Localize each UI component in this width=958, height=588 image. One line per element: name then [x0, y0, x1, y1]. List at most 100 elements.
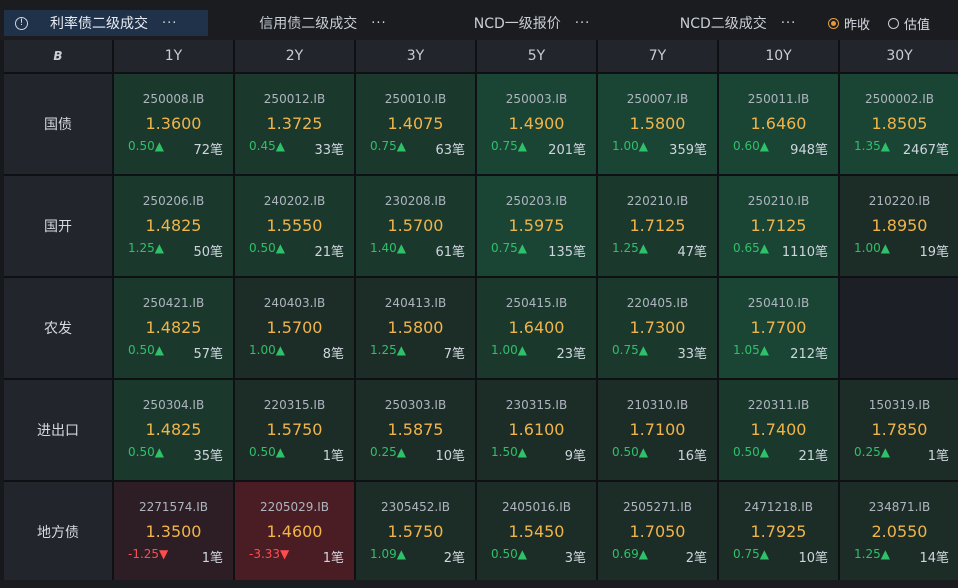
change-value: -1.25▼	[128, 547, 169, 561]
bond-code: 2205029.IB	[259, 500, 330, 514]
column-header[interactable]: 7Y	[598, 40, 717, 72]
quote-cell[interactable]: 250410.IB 1.7700 1.05▲ 212笔	[719, 278, 838, 378]
yield-value: 1.4825	[145, 318, 202, 337]
quote-cell[interactable]: 250007.IB 1.5800 1.00▲ 359笔	[598, 74, 717, 174]
quote-cell[interactable]: 234871.IB 2.0550 1.25▲ 14笔	[840, 482, 958, 582]
tab-menu-icon[interactable]: ···	[371, 16, 386, 31]
bond-code: 240413.IB	[384, 296, 447, 310]
change-value: 0.25▲	[854, 445, 890, 459]
tab-3[interactable]: NCD二级成交 ···	[650, 10, 826, 36]
quote-cell[interactable]: 240413.IB 1.5800 1.25▲ 7笔	[356, 278, 475, 378]
tab-menu-icon[interactable]: ···	[162, 16, 177, 31]
bond-code: 2500002.IB	[864, 92, 935, 106]
quote-cell[interactable]: 250010.IB 1.4075 0.75▲ 63笔	[356, 74, 475, 174]
yield-value: 1.3725	[266, 114, 323, 133]
trade-count: 1笔	[927, 449, 949, 464]
trade-count: 61笔	[435, 245, 465, 260]
column-header[interactable]: 30Y	[840, 40, 958, 72]
change-value: 0.75▲	[370, 139, 406, 153]
change-value: 0.65▲	[733, 241, 769, 255]
quote-cell[interactable]: 250304.IB 1.4825 0.50▲ 35笔	[114, 380, 233, 480]
trade-count: 1笔	[322, 551, 344, 566]
brand-logo-icon: B	[53, 49, 63, 63]
bond-code: 2471218.IB	[743, 500, 814, 514]
radio-circle-icon[interactable]	[828, 18, 839, 29]
trade-count: 47笔	[677, 245, 707, 260]
bond-code: 250011.IB	[747, 92, 810, 106]
quote-cell[interactable]: 2305452.IB 1.5750 1.09▲ 2笔	[356, 482, 475, 582]
column-header[interactable]: 3Y	[356, 40, 475, 72]
row-header[interactable]: 国开	[4, 176, 112, 276]
bond-code: 250010.IB	[384, 92, 447, 106]
quote-cell[interactable]: 2405016.IB 1.5450 0.50▲ 3笔	[477, 482, 596, 582]
quote-cell[interactable]: 230315.IB 1.6100 1.50▲ 9笔	[477, 380, 596, 480]
quote-cell[interactable]: 210220.IB 1.8950 1.00▲ 19笔	[840, 176, 958, 276]
quote-cell[interactable]: 250421.IB 1.4825 0.50▲ 57笔	[114, 278, 233, 378]
trade-count: 57笔	[193, 347, 223, 362]
change-value: 1.09▲	[370, 547, 406, 561]
bond-code: 250007.IB	[626, 92, 689, 106]
yield-value: 1.5700	[387, 216, 444, 235]
quote-cell[interactable]: 250008.IB 1.3600 0.50▲ 72笔	[114, 74, 233, 174]
tab-0[interactable]: ! 利率债二级成交 ···	[4, 10, 208, 36]
quote-cell[interactable]: 220311.IB 1.7400 0.50▲ 21笔	[719, 380, 838, 480]
bond-code: 240403.IB	[263, 296, 326, 310]
tab-menu-icon[interactable]: ···	[575, 16, 590, 31]
quote-cell[interactable]: 250210.IB 1.7125 0.65▲ 1110笔	[719, 176, 838, 276]
quote-cell[interactable]: 240403.IB 1.5700 1.00▲ 8笔	[235, 278, 354, 378]
tab-1[interactable]: 信用债二级成交 ···	[230, 10, 416, 36]
quote-cell[interactable]: 2500002.IB 1.8505 1.35▲ 2467笔	[840, 74, 958, 174]
quote-cell[interactable]: 2205029.IB 1.4600 -3.33▼ 1笔	[235, 482, 354, 582]
quote-cell[interactable]: 250203.IB 1.5975 0.75▲ 135笔	[477, 176, 596, 276]
quote-cell[interactable]: 250011.IB 1.6460 0.60▲ 948笔	[719, 74, 838, 174]
change-value: 0.50▲	[128, 445, 164, 459]
bond-code: 250304.IB	[142, 398, 205, 412]
quote-cell[interactable]: 2271574.IB 1.3500 -1.25▼ 1笔	[114, 482, 233, 582]
change-value: 0.50▲	[249, 241, 285, 255]
quote-cell[interactable]: 250415.IB 1.6400 1.00▲ 23笔	[477, 278, 596, 378]
column-header[interactable]: 10Y	[719, 40, 838, 72]
info-icon[interactable]: !	[15, 16, 28, 30]
quote-cell[interactable]: 150319.IB 1.7850 0.25▲ 1笔	[840, 380, 958, 480]
column-header[interactable]: 2Y	[235, 40, 354, 72]
quote-cell[interactable]: 2471218.IB 1.7925 0.75▲ 10笔	[719, 482, 838, 582]
row-header[interactable]: 进出口	[4, 380, 112, 480]
column-header[interactable]: 1Y	[114, 40, 233, 72]
quote-cell[interactable]: 220315.IB 1.5750 0.50▲ 1笔	[235, 380, 354, 480]
quote-cell[interactable]: 230208.IB 1.5700 1.40▲ 61笔	[356, 176, 475, 276]
yield-value: 1.8505	[871, 114, 928, 133]
quote-cell[interactable]: 250303.IB 1.5875 0.25▲ 10笔	[356, 380, 475, 480]
bond-code: 230208.IB	[384, 194, 447, 208]
yield-value: 1.7125	[629, 216, 686, 235]
bond-code: 210220.IB	[868, 194, 931, 208]
trade-count: 50笔	[193, 245, 223, 260]
row-header[interactable]: 农发	[4, 278, 112, 378]
row-header[interactable]: 地方债	[4, 482, 112, 582]
column-header[interactable]: 5Y	[477, 40, 596, 72]
quote-cell[interactable]: 240202.IB 1.5550 0.50▲ 21笔	[235, 176, 354, 276]
radio-circle-icon[interactable]	[888, 18, 899, 29]
tab-menu-icon[interactable]: ···	[781, 16, 796, 31]
quote-cell[interactable]: 250003.IB 1.4900 0.75▲ 201笔	[477, 74, 596, 174]
radio-option-0[interactable]: 昨收	[828, 14, 870, 33]
tab-2[interactable]: NCD一级报价 ···	[448, 10, 616, 36]
row-header[interactable]: 国债	[4, 74, 112, 174]
quote-cell[interactable]: 220210.IB 1.7125 1.25▲ 47笔	[598, 176, 717, 276]
change-value: 1.00▲	[491, 343, 527, 357]
trade-count: 2笔	[685, 551, 707, 566]
radio-option-1[interactable]: 估值	[888, 14, 930, 33]
yield-value: 1.5975	[508, 216, 565, 235]
quote-cell[interactable]: 220405.IB 1.7300 0.75▲ 33笔	[598, 278, 717, 378]
yield-value: 1.5750	[387, 522, 444, 541]
quote-cell[interactable]: 250206.IB 1.4825 1.25▲ 50笔	[114, 176, 233, 276]
tab-label: NCD一级报价	[473, 16, 561, 32]
bond-code: 220315.IB	[263, 398, 326, 412]
quote-cell[interactable]: 2505271.IB 1.7050 0.69▲ 2笔	[598, 482, 717, 582]
trade-count: 2笔	[443, 551, 465, 566]
yield-value: 2.0550	[871, 522, 928, 541]
quote-cell[interactable]: 210310.IB 1.7100 0.50▲ 16笔	[598, 380, 717, 480]
yield-value: 1.4600	[266, 522, 323, 541]
change-value: 0.45▲	[249, 139, 285, 153]
quote-cell[interactable]: 250012.IB 1.3725 0.45▲ 33笔	[235, 74, 354, 174]
change-value: 1.25▲	[370, 343, 406, 357]
